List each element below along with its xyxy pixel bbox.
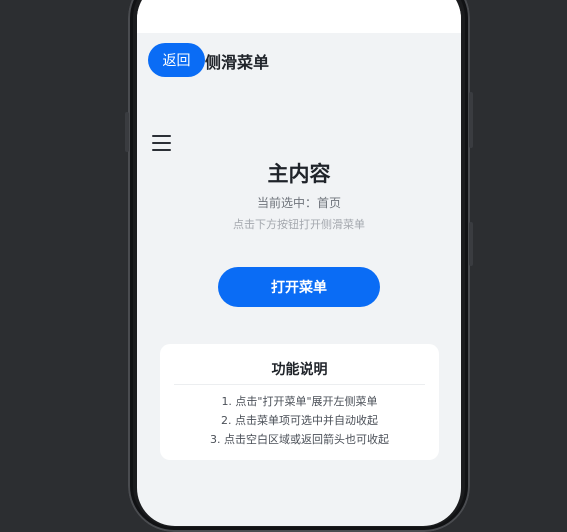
open-menu-button[interactable]: 打开菜单 bbox=[218, 267, 380, 307]
card-divider bbox=[174, 384, 425, 385]
phone-side-button-left bbox=[125, 112, 129, 152]
back-button[interactable]: 返回 bbox=[148, 43, 205, 77]
phone-side-button-power bbox=[469, 92, 473, 148]
card-item: 1. 点击"打开菜单"展开左侧菜单 bbox=[221, 395, 378, 408]
status-bar-area bbox=[137, 0, 461, 33]
card-item: 2. 点击菜单项可选中并自动收起 bbox=[221, 414, 378, 427]
main-content-title: 主内容 bbox=[267, 162, 331, 186]
card-title: 功能说明 bbox=[271, 362, 328, 378]
hint-text: 点击下方按钮打开侧滑菜单 bbox=[233, 218, 365, 231]
phone-frame: 返回 侧滑菜单 主内容 当前选中：首页 点击下方按钮打开侧滑菜单 打开菜单 功能… bbox=[125, 0, 473, 532]
phone-side-button-volume bbox=[469, 222, 473, 266]
feature-info-card: 功能说明 1. 点击"打开菜单"展开左侧菜单 2. 点击菜单项可选中并自动收起 … bbox=[160, 344, 439, 460]
page-title: 侧滑菜单 bbox=[205, 53, 270, 72]
app-screen: 返回 侧滑菜单 主内容 当前选中：首页 点击下方按钮打开侧滑菜单 打开菜单 功能… bbox=[137, 0, 461, 526]
hamburger-menu-icon[interactable] bbox=[152, 135, 171, 151]
card-item: 3. 点击空白区域或返回箭头也可收起 bbox=[210, 433, 389, 446]
current-selection-text: 当前选中：首页 bbox=[256, 196, 341, 210]
